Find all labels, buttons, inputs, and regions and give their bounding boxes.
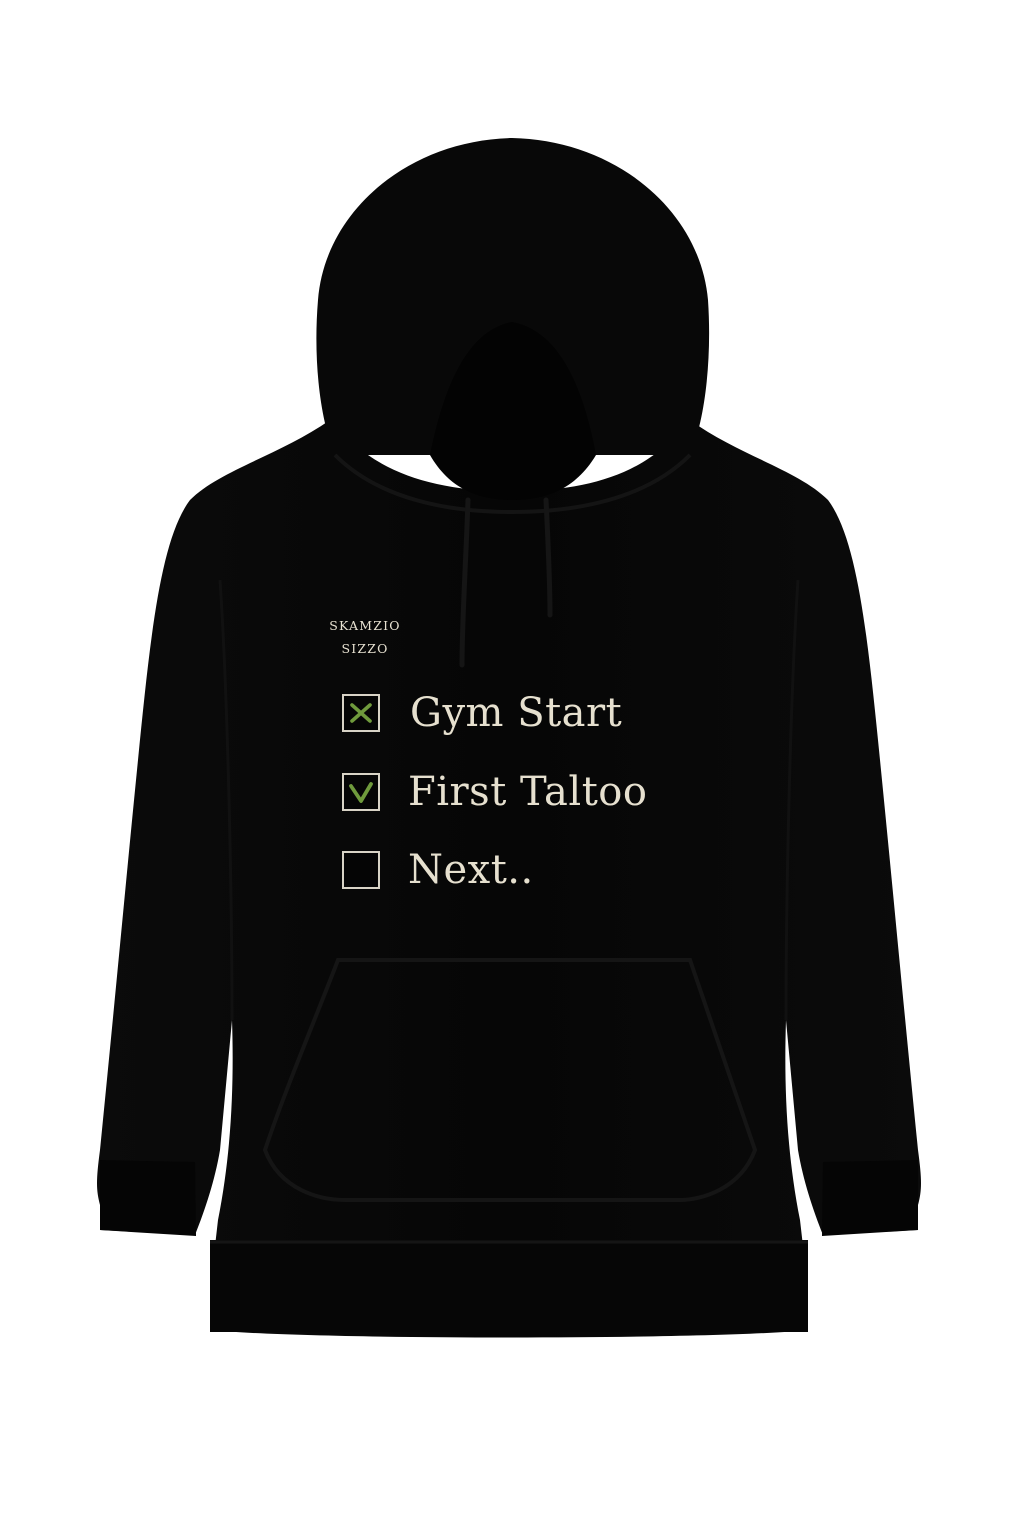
checklist-item-next: Next.. bbox=[342, 847, 534, 893]
cuff-left bbox=[100, 1160, 196, 1236]
checkbox-empty bbox=[342, 851, 380, 889]
brand-line-1: SKAMZIO bbox=[329, 618, 401, 633]
checklist-label: Gym Start bbox=[410, 690, 623, 736]
waistband bbox=[210, 1240, 808, 1332]
brand-print: SKAMZIO SIZZO bbox=[300, 614, 430, 660]
checkbox-checked bbox=[342, 773, 380, 811]
cuff-right bbox=[822, 1160, 918, 1236]
checklist-label: Next.. bbox=[408, 847, 534, 893]
brand-line-2: SIZZO bbox=[341, 641, 389, 656]
checklist-item-first-tattoo: First Taltoo bbox=[342, 769, 648, 815]
checklist-item-gym-start: Gym Start bbox=[342, 690, 623, 736]
hoodie-illustration bbox=[97, 138, 921, 1338]
check-mark-icon bbox=[349, 782, 373, 803]
checklist-label: First Taltoo bbox=[408, 769, 648, 815]
checkbox-crossed bbox=[342, 694, 380, 732]
cross-mark-icon bbox=[350, 703, 372, 723]
